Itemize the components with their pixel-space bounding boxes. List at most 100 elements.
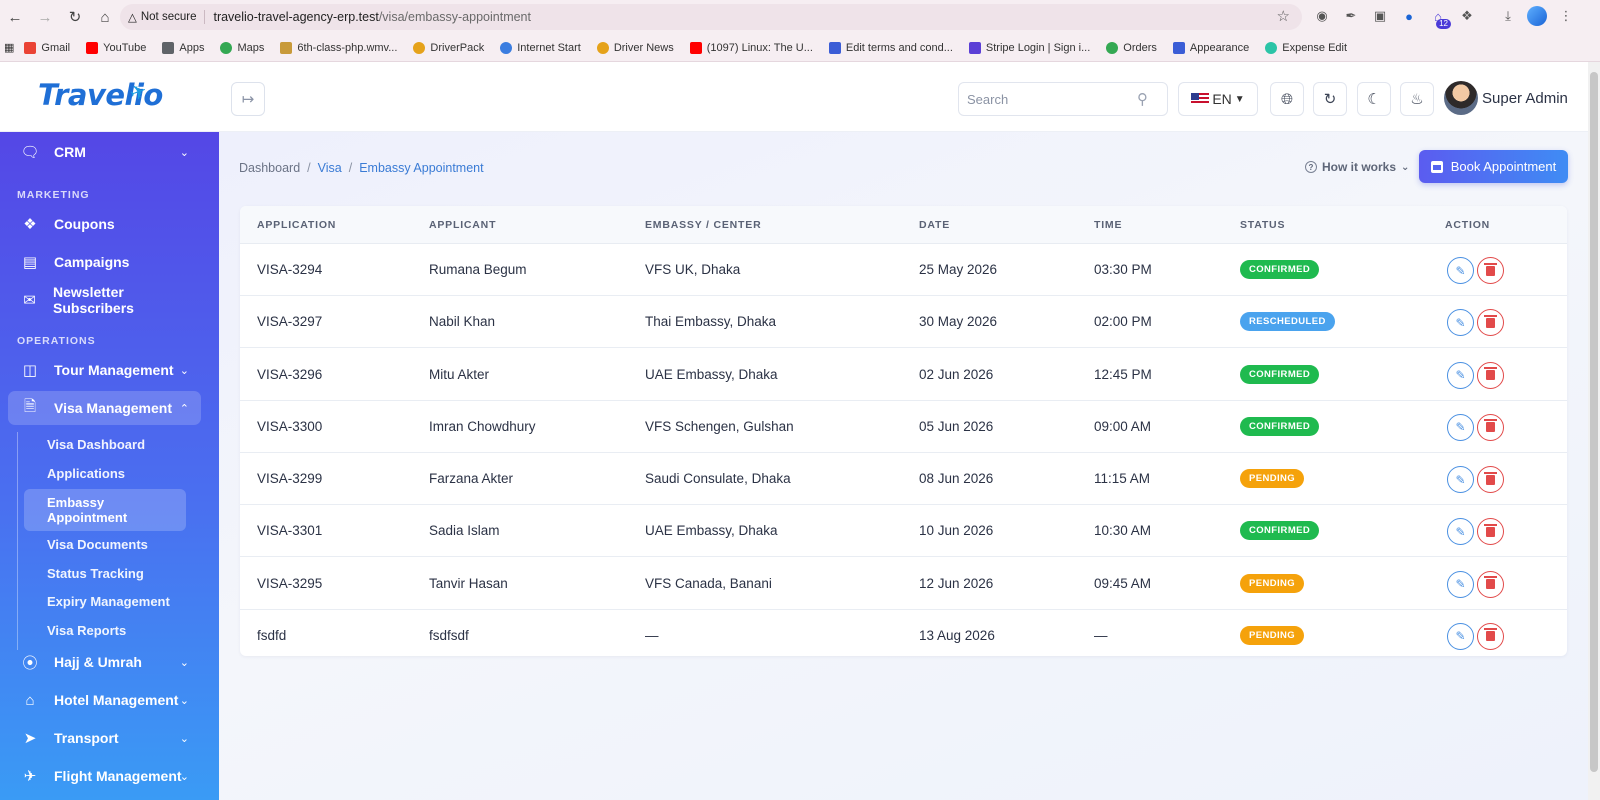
sidebar-item-flight[interactable]: ✈ Flight Management ⌄ [8, 759, 201, 793]
bookmark-apps[interactable]: Apps [162, 41, 204, 54]
edit-button[interactable]: ✎ [1447, 361, 1474, 389]
avatar[interactable] [1444, 81, 1478, 115]
bookmark-driverpack[interactable]: DriverPack [413, 41, 484, 54]
chevron-down-icon: ⌄ [179, 656, 189, 669]
cell-time: 10:30 AM [1094, 523, 1152, 539]
home-icon[interactable]: ⌂ [90, 2, 120, 32]
sidebar-item-hotel[interactable]: ⌂ Hotel Management ⌄ [8, 683, 201, 717]
globe-button[interactable]: 🌐︎ [1270, 82, 1304, 116]
edit-button[interactable]: ✎ [1447, 466, 1474, 493]
dark-mode-button[interactable]: ☾ [1357, 82, 1391, 116]
edit-button[interactable]: ✎ [1447, 518, 1474, 546]
bookmark-expense-edit[interactable]: Expense Edit [1265, 41, 1347, 54]
table-row: VISA-3294 Rumana Begum VFS UK, Dhaka 25 May… [240, 244, 1567, 296]
sidebar-subitem-applications[interactable]: Applications [47, 466, 125, 481]
language-selector[interactable]: EN ▼ [1178, 82, 1258, 116]
delete-button[interactable] [1477, 570, 1504, 598]
back-arrow-icon[interactable]: ← [0, 2, 30, 32]
delete-button[interactable] [1477, 518, 1504, 546]
page-scrollbar[interactable] [1588, 62, 1600, 800]
bookmark-star-icon[interactable]: ☆ [1277, 7, 1290, 25]
apps-grid-icon[interactable]: ▦ [4, 41, 14, 54]
how-it-works-button[interactable]: ? How it works ⌄ [1305, 156, 1409, 178]
sidebar-item-coupons[interactable]: ❖ Coupons [8, 207, 201, 241]
browser-menu-icon[interactable]: ⋮ [1556, 6, 1576, 26]
bookmark-gmail[interactable]: Gmail [24, 41, 70, 54]
table-row: VISA-3296 Mitu Akter UAE Embassy, Dhaka 02 … [240, 349, 1567, 401]
breadcrumb-visa[interactable]: Visa [318, 161, 342, 175]
sidebar-subitem-embassy-appointment[interactable]: Embassy Appointment [24, 489, 186, 531]
globe-extension-icon[interactable]: ◉ [1312, 6, 1332, 26]
delete-button[interactable] [1477, 361, 1504, 389]
status-badge: CONFIRMED [1240, 416, 1320, 436]
edit-button[interactable]: ✎ [1447, 622, 1474, 650]
notifications-button[interactable]: ♨ [1400, 82, 1434, 116]
bookmark-php-class[interactable]: 6th-class-php.wmv... [280, 41, 397, 54]
bookmarks-bar: ▦ Gmail YouTube Apps Maps 6th-class-php.… [0, 34, 1600, 62]
sidebar-toggle-button[interactable]: ↦ [231, 82, 265, 116]
cell-time: 09:00 AM [1094, 418, 1152, 434]
sidebar-item-crm[interactable]: 🗨︎ CRM ⌄ [8, 135, 201, 169]
sidebar-subitem-status-tracking[interactable]: Status Tracking [47, 566, 144, 581]
browser-toolbar: ← → ↻ ⌂ △ Not secure travelio-travel-age… [0, 0, 1600, 34]
status-badge: CONFIRMED [1240, 260, 1320, 279]
edit-button[interactable]: ✎ [1447, 309, 1474, 337]
bookmark-internet-start[interactable]: Internet Start [500, 41, 581, 54]
bookmark-youtube[interactable]: YouTube [86, 41, 146, 54]
book-appointment-button[interactable]: Book Appointment [1419, 150, 1568, 183]
delete-button[interactable] [1477, 622, 1504, 650]
status-badge: CONFIRMED [1240, 521, 1320, 541]
search-input[interactable] [967, 91, 1137, 107]
sidebar-item-visa[interactable]: 🗎︎ Visa Management ⌃ [8, 391, 201, 425]
security-indicator[interactable]: △ Not secure [128, 10, 206, 24]
delete-button[interactable] [1477, 466, 1504, 493]
refresh-button[interactable]: ↻ [1313, 82, 1347, 116]
delete-button[interactable] [1477, 309, 1504, 337]
dropper-extension-icon[interactable]: ✒ [1341, 6, 1361, 26]
edit-button[interactable]: ✎ [1447, 257, 1474, 284]
maps-pin-icon [220, 41, 233, 54]
edit-pencil-icon: ✎ [1455, 368, 1466, 382]
sidebar-subitem-visa-dashboard[interactable]: Visa Dashboard [47, 437, 145, 452]
edit-pencil-icon: ✎ [1455, 472, 1466, 487]
status-badge: RESCHEDULED [1240, 312, 1335, 332]
search-icon[interactable]: ⚲ [1137, 90, 1148, 108]
sidebar-item-tour[interactable]: ◫ Tour Management ⌄ [8, 353, 201, 387]
bookmark-appearance[interactable]: Appearance [1172, 41, 1249, 54]
cell-time: 03:30 PM [1094, 262, 1152, 277]
map-icon: ◫ [22, 362, 38, 379]
sidebar-item-hajj[interactable]: ⦿ Hajj & Umrah ⌄ [8, 645, 201, 679]
notification-extension-icon[interactable]: ⌂ 12 [1428, 6, 1451, 29]
sidebar-subitem-visa-documents[interactable]: Visa Documents [47, 537, 148, 552]
reload-icon[interactable]: ↻ [60, 2, 90, 32]
breadcrumb-dashboard[interactable]: Dashboard [239, 161, 300, 175]
bookmark-stripe[interactable]: Stripe Login | Sign i... [968, 41, 1090, 54]
sidebar-subitem-expiry-management[interactable]: Expiry Management [47, 594, 170, 609]
bookmark-maps[interactable]: Maps [220, 41, 264, 54]
cell-application: VISA-3296 [257, 366, 323, 382]
browser-profile-icon[interactable] [1527, 6, 1547, 26]
search-box: ⚲ [958, 82, 1168, 116]
delete-button[interactable] [1477, 413, 1504, 441]
sidebar-item-newsletter[interactable]: ✉ Newsletter Subscribers [8, 283, 201, 317]
puzzle-extensions-icon[interactable]: ❖ [1457, 6, 1477, 26]
edit-button[interactable]: ✎ [1447, 413, 1474, 441]
sidebar-item-transport[interactable]: ➤ Transport ⌄ [8, 721, 201, 755]
circle-extension-icon[interactable]: ● [1399, 6, 1419, 26]
address-bar[interactable]: △ Not secure travelio-travel-agency-erp.… [120, 4, 1302, 30]
bookmark-driver-news[interactable]: Driver News [596, 41, 674, 54]
bookmark-linux-video[interactable]: (1097) Linux: The U... [689, 41, 813, 54]
scrollbar-thumb[interactable] [1590, 72, 1598, 772]
edit-button[interactable]: ✎ [1447, 570, 1474, 598]
sidebar-item-campaigns[interactable]: ▤ Campaigns [8, 245, 201, 279]
rocket-icon: ➤ [23, 730, 37, 747]
forward-arrow-icon[interactable]: → [30, 2, 60, 32]
bookmark-edit-terms[interactable]: Edit terms and cond... [828, 41, 953, 54]
bookmark-orders[interactable]: Orders [1106, 41, 1157, 54]
expense-icon [1265, 41, 1278, 54]
camera-extension-icon[interactable]: ▣ [1370, 6, 1390, 26]
delete-button[interactable] [1477, 257, 1504, 284]
user-name[interactable]: Super Admin [1482, 90, 1568, 107]
download-icon[interactable]: ⤓ [1498, 6, 1518, 26]
sidebar-subitem-visa-reports[interactable]: Visa Reports [47, 623, 126, 638]
